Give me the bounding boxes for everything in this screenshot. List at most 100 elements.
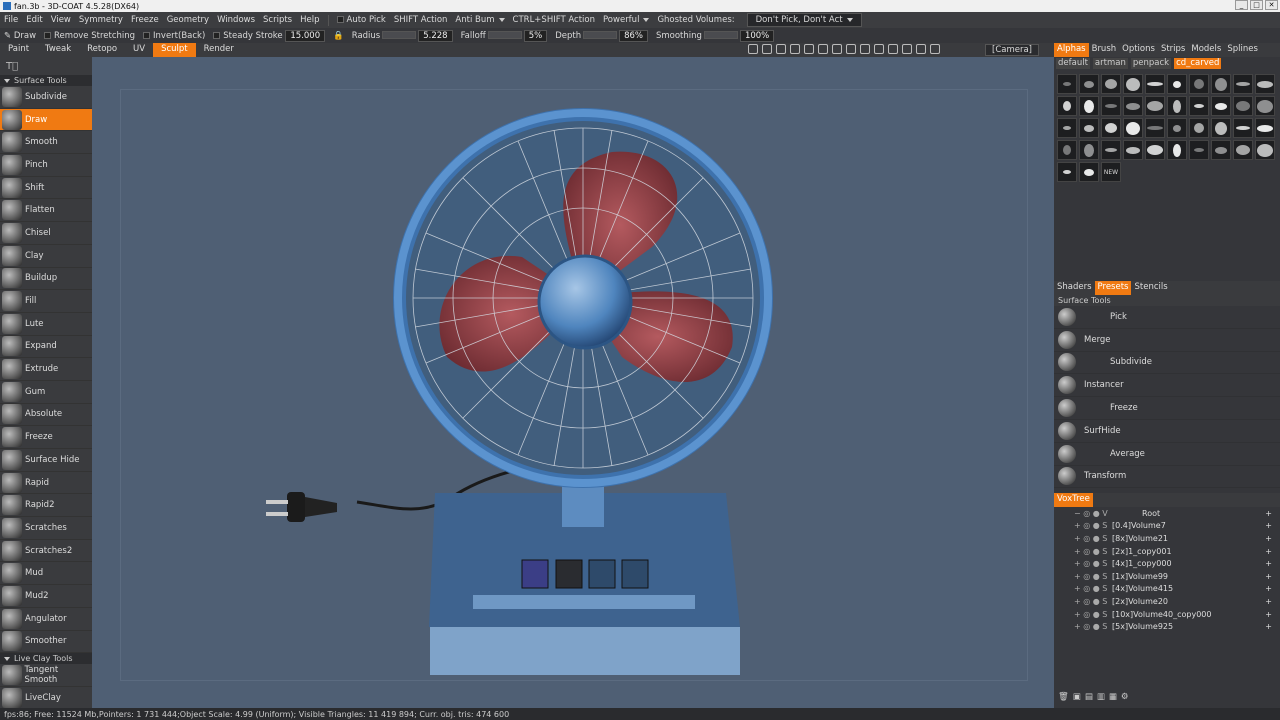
visibility-icon[interactable]: + ◎ ● S [1054, 547, 1107, 556]
voxtree-volume[interactable]: + ◎ ● S [2x]1_copy001 + [1054, 545, 1280, 558]
alpha-thumbnail[interactable] [1101, 140, 1121, 160]
fullscreen-icon[interactable] [930, 44, 940, 54]
voxtree-volume[interactable]: + ◎ ● S [10x]Volume40_copy000 + [1054, 608, 1280, 621]
fit-icon[interactable] [860, 44, 870, 54]
tool-buildup[interactable]: Buildup [0, 268, 92, 291]
add-child-button[interactable]: + [1265, 572, 1272, 581]
copy-icon[interactable]: ▤ [1085, 692, 1093, 702]
alpha-thumbnail[interactable] [1233, 74, 1253, 94]
voxtree-volume[interactable]: + ◎ ● S [0.4]Volume7 + [1054, 520, 1280, 533]
tool-fill[interactable]: Fill [0, 290, 92, 313]
pack-artman[interactable]: artman [1092, 58, 1128, 69]
tool-absolute[interactable]: Absolute [0, 404, 92, 427]
alpha-thumbnail[interactable] [1123, 74, 1143, 94]
menu-view[interactable]: View [51, 15, 71, 25]
visibility-icon[interactable]: − ◎ ● V [1054, 509, 1108, 518]
visibility-icon[interactable]: + ◎ ● S [1054, 622, 1107, 631]
alpha-thumbnail[interactable] [1167, 118, 1187, 138]
tool-angulator[interactable]: Angulator [0, 608, 92, 631]
alpha-thumbnail[interactable] [1057, 162, 1077, 182]
menu-scripts[interactable]: Scripts [263, 15, 292, 25]
powerful-select[interactable]: Powerful [603, 15, 650, 25]
alpha-thumbnail[interactable] [1123, 118, 1143, 138]
visibility-icon[interactable]: + ◎ ● S [1054, 572, 1107, 581]
smoothing-control[interactable]: Smoothing 100% [656, 29, 775, 42]
alpha-thumbnail[interactable] [1211, 96, 1231, 116]
surface-tools-header[interactable]: Surface Tools [0, 75, 92, 86]
alpha-thumbnail[interactable] [1255, 140, 1275, 160]
voxtree-root[interactable]: − ◎ ● V Root + [1054, 507, 1280, 520]
merge-icon[interactable]: ▥ [1097, 692, 1105, 702]
presets-surface-tools-header[interactable]: Surface Tools [1054, 295, 1280, 306]
add-child-button[interactable]: + [1265, 559, 1272, 568]
radius-control[interactable]: Radius 5.228 [352, 29, 453, 42]
material-icon[interactable] [790, 44, 800, 54]
menu-freeze[interactable]: Freeze [131, 15, 159, 25]
tab-models[interactable]: Models [1188, 43, 1224, 57]
tab-voxtree[interactable]: VoxTree [1054, 493, 1093, 507]
camera-icon[interactable] [916, 44, 926, 54]
alpha-thumbnail[interactable] [1167, 140, 1187, 160]
tool-rapid[interactable]: Rapid [0, 472, 92, 495]
zoom-icon[interactable] [846, 44, 856, 54]
tool-extrude[interactable]: Extrude [0, 358, 92, 381]
add-child-button[interactable]: + [1265, 534, 1272, 543]
alpha-thumbnail[interactable] [1145, 140, 1165, 160]
tab-tweak[interactable]: Tweak [37, 43, 79, 57]
depth-control[interactable]: Depth 86% [555, 29, 648, 42]
alpha-thumbnail[interactable] [1211, 74, 1231, 94]
light-icon[interactable] [748, 44, 758, 54]
tab-alphas[interactable]: Alphas [1054, 43, 1089, 57]
add-child-button[interactable]: + [1265, 610, 1272, 619]
voxtree-volume[interactable]: + ◎ ● S [5x]Volume925 + [1054, 620, 1280, 633]
alpha-thumbnail[interactable] [1145, 74, 1165, 94]
visibility-icon[interactable]: + ◎ ● S [1054, 559, 1107, 568]
menu-file[interactable]: File [4, 15, 18, 25]
pack-cd-carved[interactable]: cd_carved [1174, 58, 1222, 69]
alpha-thumbnail[interactable] [1145, 96, 1165, 116]
menu-help[interactable]: Help [300, 15, 319, 25]
anti-bump-select[interactable]: Anti Bum [455, 15, 505, 25]
tool-expand[interactable]: Expand [0, 336, 92, 359]
rotate-icon[interactable] [818, 44, 828, 54]
alpha-thumbnail[interactable] [1167, 96, 1187, 116]
minimize-button[interactable]: _ [1235, 0, 1248, 10]
frame-icon[interactable] [874, 44, 884, 54]
add-child-button[interactable]: + [1265, 584, 1272, 593]
pack-penpack[interactable]: penpack [1130, 58, 1172, 69]
hide-icon[interactable] [902, 44, 912, 54]
alpha-thumbnail[interactable] [1101, 96, 1121, 116]
viewport-3d[interactable] [92, 57, 1054, 708]
current-tool[interactable]: ✎ Draw [4, 31, 36, 41]
tool-gum[interactable]: Gum [0, 381, 92, 404]
tool-lute[interactable]: Lute [0, 313, 92, 336]
clone-icon[interactable]: ▦ [1109, 692, 1117, 702]
tool-smoother[interactable]: Smoother [0, 631, 92, 654]
falloff-control[interactable]: Falloff 5% [461, 29, 548, 42]
tool-surface-hide[interactable]: Surface Hide [0, 449, 92, 472]
alpha-thumbnail[interactable] [1211, 118, 1231, 138]
invert-back-toggle[interactable]: Invert(Back) [143, 31, 205, 41]
add-child-button[interactable]: + [1265, 547, 1272, 556]
steady-stroke-toggle[interactable]: Steady Stroke 15.000 [213, 29, 326, 42]
alpha-thumbnail[interactable] [1145, 118, 1165, 138]
alpha-thumbnail[interactable] [1255, 96, 1275, 116]
tab-paint[interactable]: Paint [0, 43, 37, 57]
settings-icon[interactable]: ⚙ [1121, 692, 1129, 702]
visibility-icon[interactable]: + ◎ ● S [1054, 597, 1107, 606]
tool-pinch[interactable]: Pinch [0, 154, 92, 177]
tool-freeze[interactable]: Freeze [0, 426, 92, 449]
alpha-thumbnail[interactable] [1189, 96, 1209, 116]
grid-icon[interactable] [776, 44, 786, 54]
ortho-icon[interactable] [888, 44, 898, 54]
tab-render[interactable]: Render [196, 43, 242, 57]
add-child-button[interactable]: + [1265, 622, 1272, 631]
close-button[interactable]: ✕ [1265, 0, 1278, 10]
alpha-thumbnail[interactable] [1079, 96, 1099, 116]
auto-pick-toggle[interactable]: Auto Pick [336, 15, 386, 25]
preset-instancer[interactable]: Instancer [1054, 374, 1280, 398]
tool-tangent-smooth[interactable]: Tangent Smooth [0, 664, 92, 687]
tab-strips[interactable]: Strips [1158, 43, 1188, 57]
visibility-icon[interactable]: + ◎ ● S [1054, 521, 1107, 530]
alpha-thumbnail[interactable] [1167, 74, 1187, 94]
